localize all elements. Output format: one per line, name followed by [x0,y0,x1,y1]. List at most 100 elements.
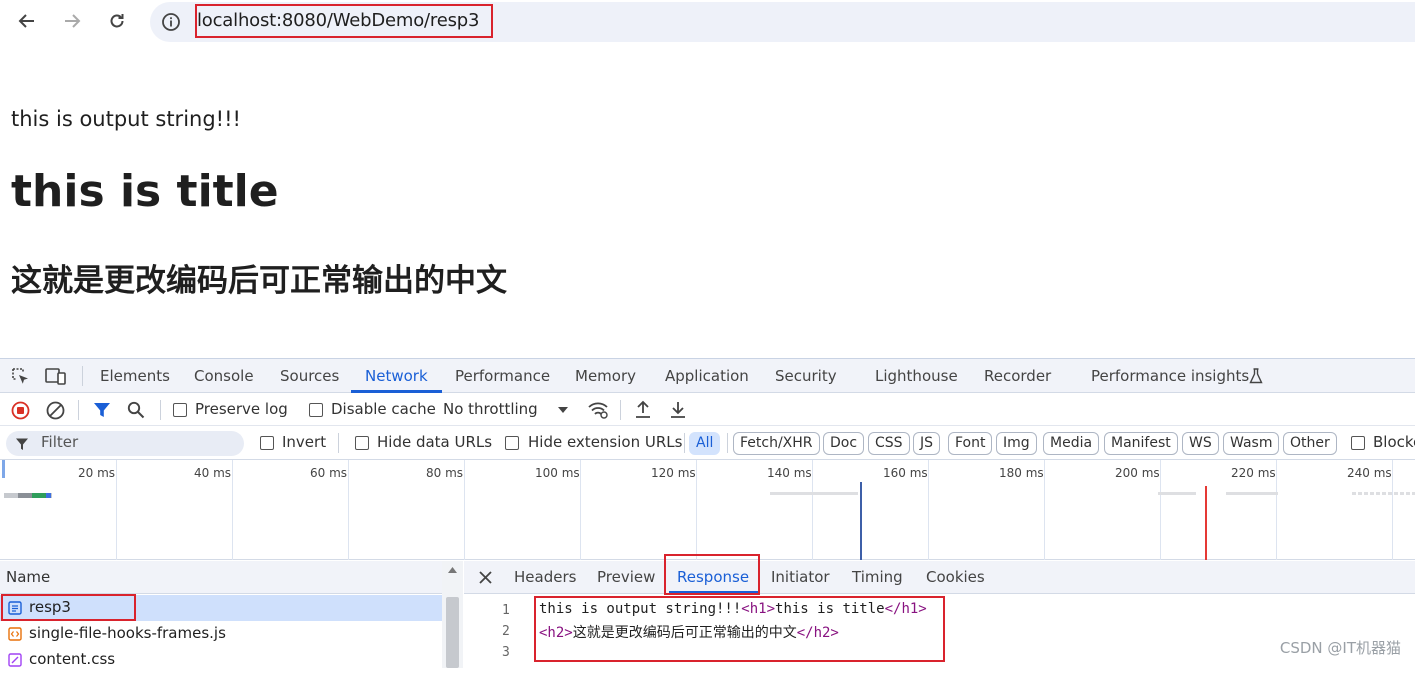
filter-placeholder: Filter [41,433,79,451]
annotation-box-response-body [534,596,945,662]
type-filter-all[interactable]: All [689,432,721,455]
tab-recorder[interactable]: Recorder [984,367,1051,385]
export-har-icon[interactable] [669,400,687,419]
devtools-tab-bar: Elements Console Sources Network Perform… [0,359,1415,393]
blocked-requests-checkbox[interactable] [1351,436,1365,450]
grid-line [116,460,117,560]
filter-icon [16,438,28,450]
request-bar-waiting [18,493,32,498]
preserve-log-checkbox[interactable] [173,403,187,417]
clear-icon[interactable] [46,401,65,420]
tab-timing[interactable]: Timing [852,568,903,586]
arrow-left-icon [18,14,34,28]
hide-extension-urls-label[interactable]: Hide extension URLs [528,433,682,451]
network-timeline-overview[interactable]: 20 ms 40 ms 60 ms 80 ms 100 ms 120 ms 14… [0,460,1415,560]
filter-input[interactable]: Filter [6,431,244,456]
type-filter-css[interactable]: CSS [868,432,910,455]
type-filter-ws[interactable]: WS [1182,432,1219,455]
invert-checkbox[interactable] [260,436,274,450]
divider [727,433,728,453]
script-file-icon [8,627,22,641]
annotation-box-request [1,594,136,621]
record-stop-icon[interactable] [11,401,30,420]
tab-network[interactable]: Network [365,367,428,385]
hide-data-urls-label[interactable]: Hide data URLs [377,433,492,451]
type-filter-doc[interactable]: Doc [823,432,865,455]
request-bar [1226,492,1278,495]
tab-cookies[interactable]: Cookies [926,568,985,586]
hide-extension-urls-checkbox[interactable] [505,436,519,450]
type-filter-wasm[interactable]: Wasm [1223,432,1280,455]
grid-line [348,460,349,560]
tab-elements[interactable]: Elements [100,367,170,385]
request-bar-download [32,493,46,498]
tab-initiator[interactable]: Initiator [771,568,830,586]
timeline-tick-label: 220 ms [1231,466,1276,480]
tab-memory[interactable]: Memory [575,367,636,385]
experiment-flask-icon [1249,368,1263,384]
type-filter-js[interactable]: JS [913,432,941,455]
line-number: 3 [502,645,510,660]
page-output-text: this is output string!!! [11,107,241,131]
scroll-up-icon[interactable] [448,567,457,573]
type-filter-font[interactable]: Font [948,432,993,455]
request-bar [1158,492,1196,495]
type-filter-other[interactable]: Other [1283,432,1337,455]
network-conditions-icon[interactable] [587,401,609,419]
timeline-start-marker [2,460,5,478]
scrollbar-thumb[interactable] [446,597,459,668]
type-filter-media[interactable]: Media [1043,432,1100,455]
search-icon[interactable] [127,401,145,419]
close-icon[interactable] [478,570,493,585]
reload-button[interactable] [104,8,130,34]
type-filter-fetch-xhr[interactable]: Fetch/XHR [733,432,820,455]
divider [82,366,83,386]
filter-funnel-icon[interactable] [93,401,111,419]
annotation-box-url [195,4,493,38]
timeline-tick-label: 40 ms [194,466,232,480]
active-tab-indicator [351,390,442,393]
tab-performance[interactable]: Performance [455,367,550,385]
watermark-text: CSDN @IT机器猫 [1279,639,1401,657]
browser-toolbar: localhost:8080/WebDemo/resp3 [0,0,1415,42]
request-bar [770,492,858,495]
blocked-requests-label[interactable]: Blocke [1373,433,1415,451]
type-filter-img[interactable]: Img [996,432,1037,455]
back-button[interactable] [14,8,40,34]
tab-application[interactable]: Application [665,367,749,385]
tab-console[interactable]: Console [194,367,254,385]
tab-lighthouse[interactable]: Lighthouse [875,367,958,385]
grid-line [464,460,465,560]
dropdown-arrow-icon[interactable] [557,406,569,414]
tab-sources[interactable]: Sources [280,367,339,385]
tab-security[interactable]: Security [775,367,837,385]
throttling-select[interactable]: No throttling [443,400,538,418]
arrow-right-icon [65,14,81,28]
inspect-element-icon[interactable] [11,367,30,386]
device-toolbar-icon[interactable] [45,367,67,386]
name-column-header[interactable]: Name [0,561,442,594]
disable-cache-checkbox[interactable] [309,403,323,417]
name-column-label: Name [6,568,51,586]
timeline-tick-label: 60 ms [310,466,348,480]
timeline-tick-label: 180 ms [999,466,1044,480]
type-filter-manifest[interactable]: Manifest [1104,432,1178,455]
import-har-icon[interactable] [634,400,652,419]
filter-bar: Filter Invert Hide data URLs Hide extens… [0,427,1415,460]
tab-preview[interactable]: Preview [597,568,655,586]
tab-performance-insights[interactable]: Performance insights [1091,367,1249,385]
line-number: 1 [502,603,510,618]
request-name: content.css [29,650,116,668]
request-row-script[interactable]: single-file-hooks-frames.js [0,621,442,647]
site-info-icon[interactable] [161,12,181,32]
forward-button[interactable] [59,8,85,34]
grid-line [1276,460,1277,560]
preserve-log-label[interactable]: Preserve log [195,400,288,418]
page-heading: this is title [11,166,279,217]
disable-cache-label[interactable]: Disable cache [331,400,436,418]
hide-data-urls-checkbox[interactable] [355,436,369,450]
invert-label[interactable]: Invert [282,433,326,451]
request-row-stylesheet[interactable]: content.css [0,647,442,673]
reload-icon [110,14,124,28]
tab-headers[interactable]: Headers [514,568,576,586]
